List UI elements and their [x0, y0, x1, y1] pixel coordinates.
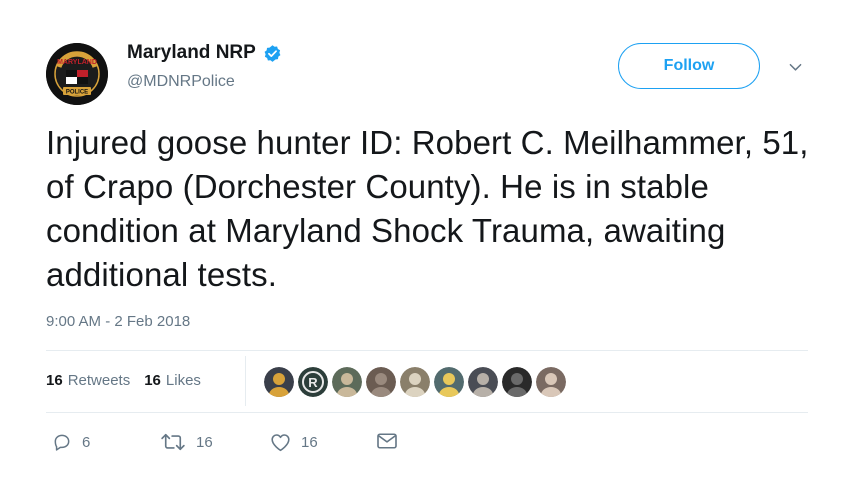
- retweets-count: 16: [46, 372, 63, 389]
- liker-avatar[interactable]: [366, 367, 396, 397]
- retweet-count: 16: [196, 433, 213, 451]
- retweet-button[interactable]: 16: [160, 432, 213, 452]
- tweet-timestamp[interactable]: 9:00 AM - 2 Feb 2018: [46, 313, 190, 330]
- liker-avatar[interactable]: [264, 367, 294, 397]
- liker-avatar-image: [468, 367, 498, 397]
- liker-avatar[interactable]: [332, 367, 362, 397]
- liker-avatar-image: [332, 367, 362, 397]
- display-name[interactable]: Maryland NRP: [127, 42, 256, 64]
- tweet-stats: 16 Retweets 16 Likes: [46, 372, 215, 389]
- liker-avatar[interactable]: R: [298, 367, 328, 397]
- liker-avatar[interactable]: [434, 367, 464, 397]
- reply-count: 6: [82, 433, 91, 451]
- author-name-row: Maryland NRP: [127, 42, 282, 64]
- badge-text-top: MARYLAND: [57, 59, 97, 66]
- liker-avatar-image: [264, 367, 294, 397]
- likes-stat[interactable]: 16 Likes: [144, 372, 201, 389]
- avatar[interactable]: MARYLAND POLICE: [46, 43, 108, 105]
- chevron-down-icon: [789, 63, 801, 71]
- liker-avatar[interactable]: [468, 367, 498, 397]
- follow-button[interactable]: Follow: [618, 43, 760, 89]
- liker-avatar-image: [502, 367, 532, 397]
- direct-message-button[interactable]: [376, 432, 398, 450]
- liker-avatar-image: [536, 367, 566, 397]
- envelope-icon: [377, 433, 397, 449]
- heart-icon: [271, 434, 290, 452]
- liker-avatar[interactable]: [502, 367, 532, 397]
- maryland-police-badge-icon: MARYLAND POLICE: [46, 43, 108, 105]
- tweet-actions: 6 16 16: [52, 432, 412, 458]
- liker-avatar[interactable]: [536, 367, 566, 397]
- verified-badge-icon: [263, 44, 282, 63]
- like-count: 16: [301, 433, 318, 451]
- tweet-card: MARYLAND POLICE Maryland NRP @MDNRPolice…: [0, 0, 850, 480]
- reply-icon: [54, 434, 70, 451]
- liker-avatars: R: [264, 367, 566, 397]
- account-handle[interactable]: @MDNRPolice: [127, 73, 235, 91]
- likes-count: 16: [144, 372, 161, 389]
- liker-avatar[interactable]: [400, 367, 430, 397]
- svg-text:R: R: [308, 375, 318, 390]
- retweet-icon: [161, 433, 185, 451]
- liker-avatar-image: [366, 367, 396, 397]
- liker-avatar-image: R: [298, 367, 328, 397]
- divider: [46, 412, 808, 413]
- like-button[interactable]: 16: [270, 432, 318, 452]
- liker-avatar-image: [400, 367, 430, 397]
- more-options-button[interactable]: [784, 58, 806, 76]
- reply-button[interactable]: 6: [52, 432, 90, 452]
- badge-text-bottom: POLICE: [66, 90, 88, 96]
- stats-separator: [245, 356, 246, 406]
- divider: [46, 350, 808, 351]
- tweet-text: Injured goose hunter ID: Robert C. Meilh…: [46, 124, 809, 293]
- retweets-label: Retweets: [67, 372, 131, 389]
- likes-label: Likes: [165, 372, 201, 389]
- retweets-stat[interactable]: 16 Retweets: [46, 372, 130, 389]
- liker-avatar-image: [434, 367, 464, 397]
